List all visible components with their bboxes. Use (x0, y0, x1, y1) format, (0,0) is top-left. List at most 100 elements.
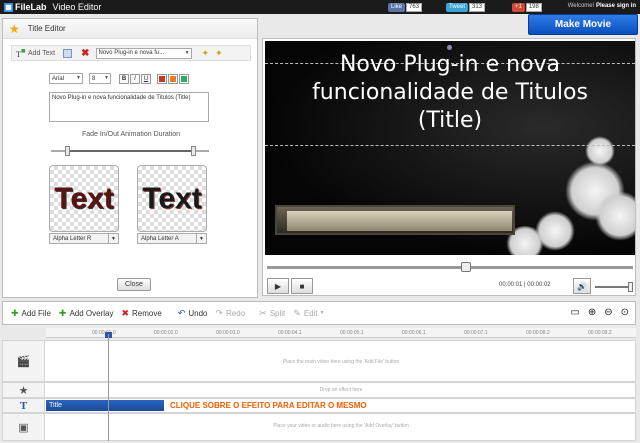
effects-track[interactable]: ★ Drop an effect here (2, 382, 636, 398)
text-format-toolbar: Arial ▼ 8 ▼ B I U (49, 73, 189, 84)
underline-button[interactable]: U (141, 73, 151, 84)
title-drag-handle[interactable] (447, 45, 452, 50)
split-label: Split (269, 308, 286, 318)
stop-icon: ■ (299, 281, 305, 291)
animation-select-1[interactable]: Alpha Letter R ▼ (49, 233, 119, 244)
key-icon[interactable]: ✦ (202, 48, 210, 59)
time-separator: | (524, 282, 526, 288)
logo-text: FileLab (15, 2, 47, 12)
text-properties-icon[interactable] (63, 48, 73, 58)
fade-duration-slider[interactable] (51, 146, 209, 156)
title-line-1: Novo Plug-in e nova (339, 52, 561, 77)
ruler-tick: 00:00:07.1 (464, 330, 488, 336)
play-icon: ▶ (274, 281, 282, 291)
add-file-label: Add File (21, 308, 51, 318)
zoom-fit-icon[interactable]: ⊙ (621, 307, 629, 318)
tweet-count: 313 (469, 2, 486, 12)
redo-button[interactable]: ↷ Redo (216, 308, 246, 319)
filelab-logo[interactable]: FileLab (4, 2, 47, 12)
title-line-3: (Title) (417, 108, 483, 133)
timeline-ruler[interactable]: 00:00:01.0 00:00:02.0 00:00:03.0 00:00:0… (46, 328, 636, 338)
fade-in-handle[interactable] (64, 146, 70, 156)
ruler-tick: 00:00:01.0 (92, 330, 116, 336)
title-editor-panel: ★ Title Editor T Add Text ✖ Novo Plug-in… (2, 18, 258, 298)
facebook-like[interactable]: Like 763 (388, 2, 423, 12)
background-color-icon[interactable] (168, 73, 178, 84)
instruction-annotation: CLIQUE SOBRE O EFEITO PARA EDITAR O MESM… (170, 401, 367, 410)
delete-text-icon[interactable]: ✖ (81, 48, 89, 59)
fade-slider-fill (66, 150, 194, 152)
redo-icon: ↷ (215, 307, 224, 318)
video-preview[interactable]: Novo Plug-in e nova funcionalidade de Ti… (265, 41, 635, 255)
make-movie-button[interactable]: Make Movie (528, 14, 638, 35)
plusone-button[interactable]: +1 (512, 2, 525, 12)
zoom-in-icon[interactable]: ⊕ (588, 307, 596, 318)
edit-label: Edit (303, 308, 318, 318)
video-track[interactable]: 🎬 Place the main video here using the 'A… (2, 340, 636, 382)
zoom-controls: ▭ ⊕ ⊖ ⊙ (562, 307, 629, 318)
split-button[interactable]: ✂ Split (259, 308, 285, 319)
edit-button[interactable]: ✎ Edit ▼ (293, 308, 324, 319)
plusone-count: 198 (525, 2, 542, 12)
tweet-button[interactable]: Tweet (446, 2, 469, 12)
title-preset-select[interactable]: Novo Plug-in e nova fu... ▼ (95, 47, 192, 59)
app-name: Video Editor (52, 2, 102, 12)
animation-thumbnail-2[interactable]: Text (137, 165, 207, 232)
welcome-label: Welcome! (567, 3, 595, 9)
undo-icon: ↶ (177, 307, 186, 318)
add-text-button[interactable]: T Add Text (16, 48, 56, 58)
google-plusone[interactable]: +1 198 (512, 2, 542, 12)
blossom-decoration (585, 136, 615, 166)
animation-select-2[interactable]: Alpha Letter A ▼ (137, 233, 207, 244)
ruler-tick: 00:00:03.0 (216, 330, 240, 336)
volume-slider[interactable] (595, 282, 633, 292)
font-select[interactable]: Arial ▼ (49, 73, 83, 84)
seek-handle[interactable] (461, 262, 471, 272)
play-button[interactable]: ▶ (267, 278, 289, 294)
font-size-select[interactable]: 8 ▼ (89, 73, 111, 84)
title-track-icon: T (3, 399, 45, 412)
undo-label: Undo (188, 308, 208, 318)
overlay-track[interactable]: ▣ Place your video or audio here using t… (2, 413, 636, 441)
chevron-down-icon: ▼ (104, 75, 109, 81)
add-text-icon: T (16, 48, 25, 58)
text-color-icon[interactable] (157, 73, 167, 84)
close-button[interactable]: Close (117, 278, 151, 291)
blossom-decoration (595, 191, 635, 241)
remove-button[interactable]: ✖ Remove (121, 308, 161, 319)
view-menu-icon[interactable]: ▭ (570, 307, 579, 318)
ruler-tick: 00:00:02.0 (154, 330, 178, 336)
title-text-input[interactable]: Novo Plug-in e nova funcionalidade de Ti… (49, 92, 209, 122)
italic-button[interactable]: I (130, 73, 140, 84)
svg-text:T: T (16, 50, 21, 58)
effects-star-icon: ★ (3, 383, 45, 397)
facebook-like-button[interactable]: Like (388, 2, 406, 12)
title-overlay-text[interactable]: Novo Plug-in e nova funcionalidade de Ti… (265, 51, 635, 135)
outline-color-icon[interactable] (179, 73, 189, 84)
edit-icon: ✎ (293, 307, 301, 318)
font-value: Arial (52, 75, 65, 82)
add-file-icon: ✚ (11, 307, 19, 318)
undo-button[interactable]: ↶ Undo (178, 308, 208, 319)
zoom-out-icon[interactable]: ⊖ (604, 307, 612, 318)
add-text-label: Add Text (28, 49, 56, 57)
twitter-tweet[interactable]: Tweet 313 (446, 2, 486, 12)
seek-bar[interactable] (267, 262, 633, 272)
sign-in-link[interactable]: Please sign in (596, 3, 636, 9)
font-size-value: 8 (92, 75, 96, 82)
current-time: 00:00:01 (499, 282, 523, 288)
ruler-tick: 00:00:04.1 (278, 330, 302, 336)
bold-button[interactable]: B (119, 73, 129, 84)
volume-button[interactable]: 🔊 (573, 278, 591, 294)
volume-handle[interactable] (628, 282, 633, 292)
animation-thumbnail-1[interactable]: Text (49, 165, 119, 232)
add-overlay-button[interactable]: ✚ Add Overlay (59, 308, 114, 319)
stop-button[interactable]: ■ (291, 278, 313, 294)
title-clip[interactable]: Title (46, 400, 164, 411)
chevron-down-icon: ▼ (196, 234, 206, 243)
fade-out-handle[interactable] (191, 146, 197, 156)
title-editor-header: ★ Title Editor (3, 19, 257, 39)
key-alt-icon[interactable]: ✦ (215, 48, 223, 59)
add-file-button[interactable]: ✚ Add File (11, 308, 51, 319)
title-editor-toolbar: T Add Text ✖ Novo Plug-in e nova fu... ▼… (11, 45, 251, 61)
